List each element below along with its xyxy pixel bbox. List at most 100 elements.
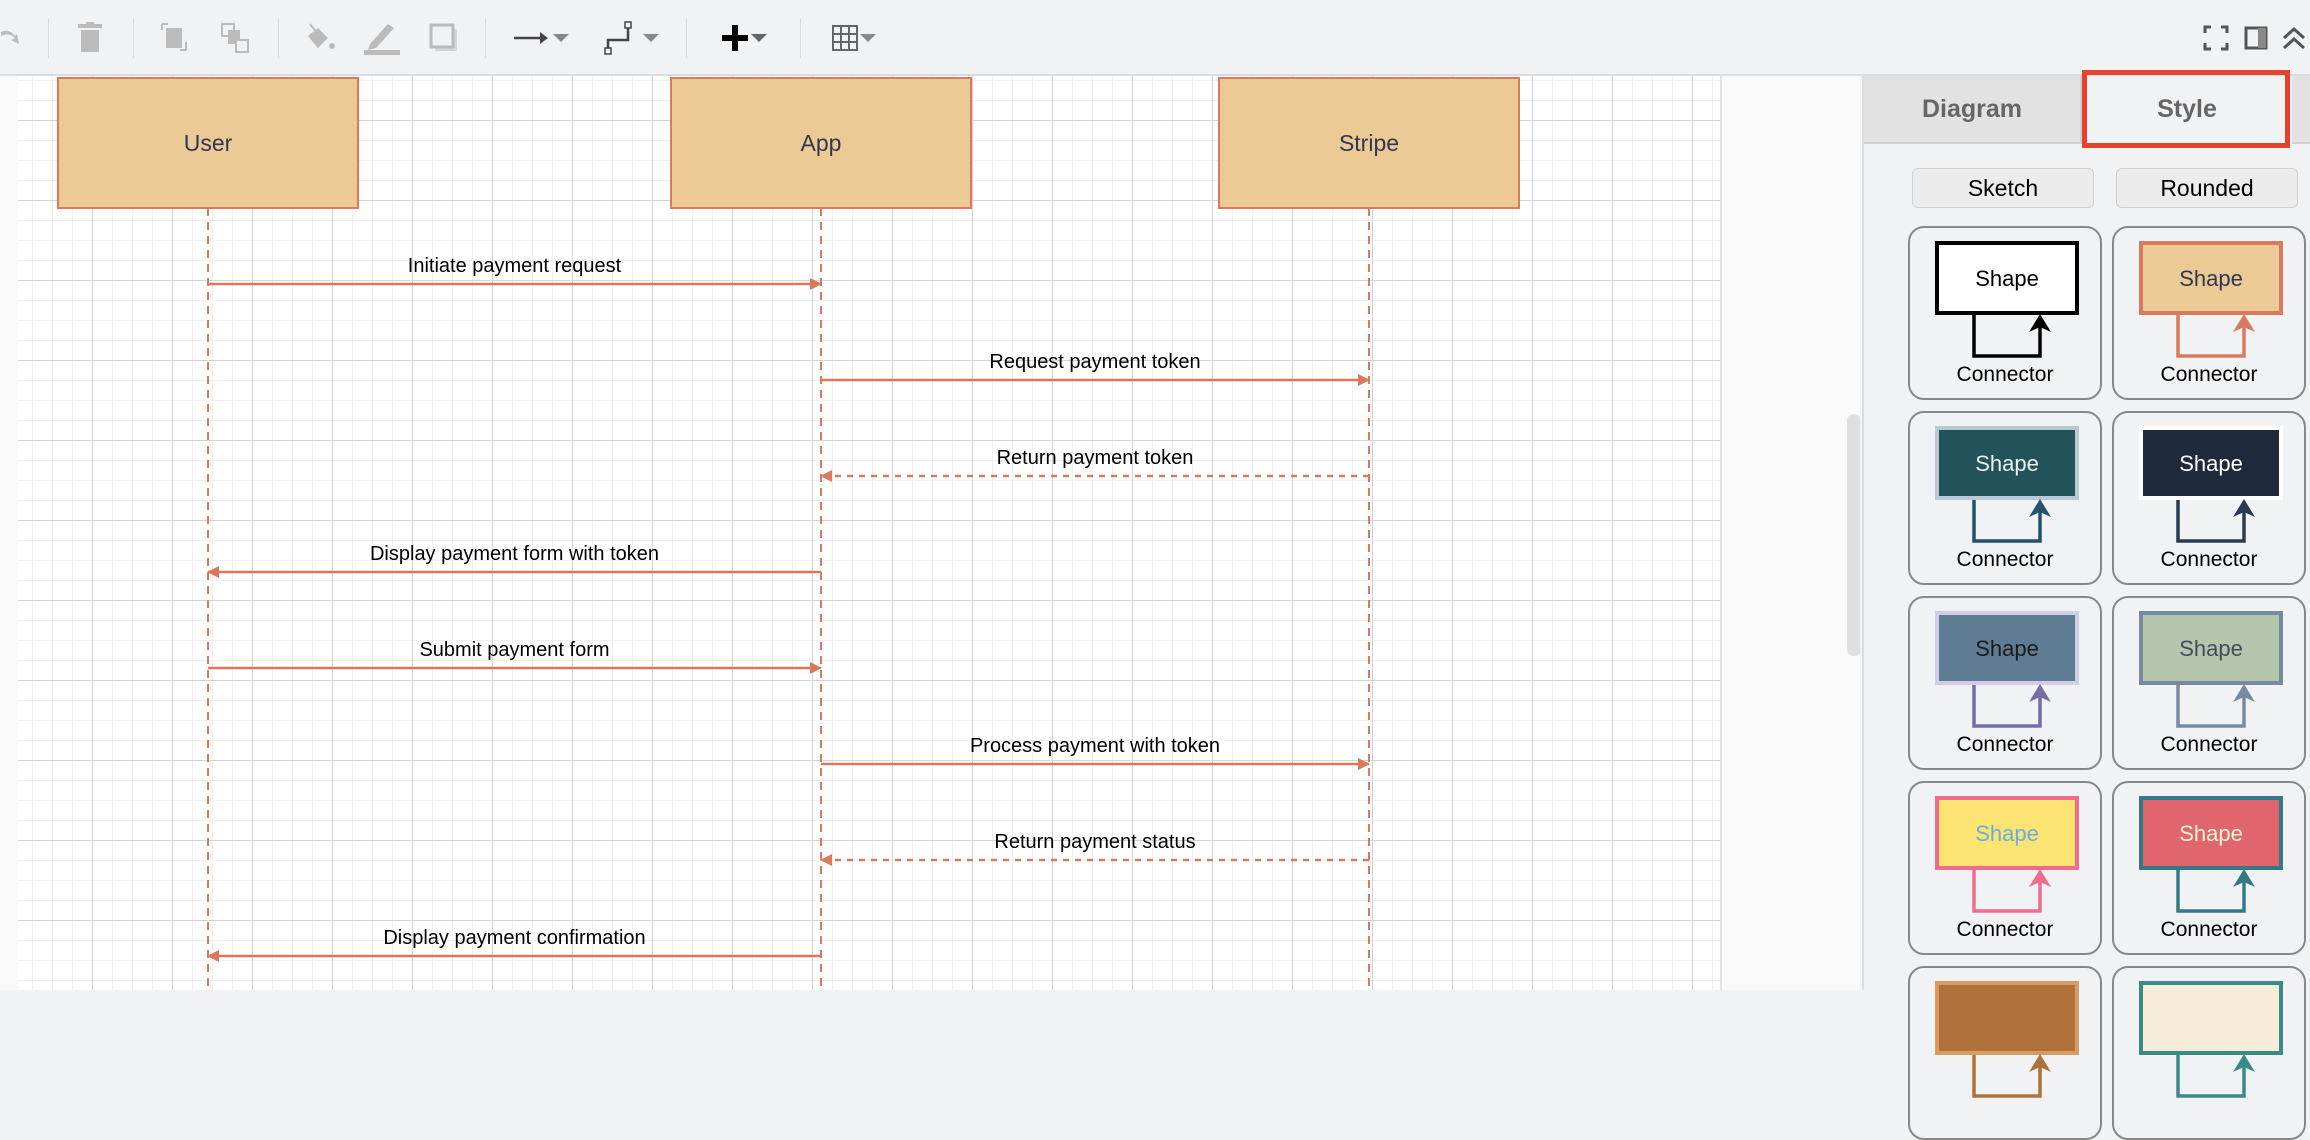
style-swatch[interactable]: Shape Connector — [1908, 596, 2102, 770]
waypoint-icon — [604, 21, 632, 55]
svg-text:Shape: Shape — [2179, 636, 2243, 661]
style-swatch[interactable] — [2112, 966, 2306, 1140]
to-front-button[interactable] — [155, 18, 195, 58]
redo-icon — [1, 30, 19, 44]
style-swatch[interactable]: Shape Connector — [2112, 596, 2306, 770]
tab-style-label: Style — [2157, 94, 2217, 123]
message[interactable]: Process payment with token — [821, 735, 1370, 770]
collapse-button[interactable] — [2278, 18, 2310, 58]
toolbar-separator — [686, 18, 687, 58]
message-label: Initiate payment request — [408, 255, 622, 277]
style-swatch[interactable]: Shape Connector — [1908, 411, 2102, 585]
message[interactable]: Request payment token — [821, 351, 1370, 386]
tab-diagram-label: Diagram — [1921, 94, 2023, 123]
panel-icon — [2244, 26, 2268, 50]
line-color-button[interactable] — [360, 18, 404, 58]
message[interactable]: Return payment token — [820, 447, 1369, 482]
sketch-button[interactable]: Sketch — [1912, 168, 2094, 208]
arrow-right-icon — [514, 32, 548, 44]
plus-icon — [722, 25, 748, 51]
participant-label: Stripe — [1339, 130, 1399, 156]
message-label: Return payment token — [997, 447, 1194, 469]
participant-label: User — [184, 130, 233, 156]
chevron-down-icon — [751, 34, 767, 42]
fill-color-button[interactable] — [300, 18, 344, 58]
svg-text:Shape: Shape — [1975, 266, 2039, 291]
rounded-button[interactable]: Rounded — [2116, 168, 2298, 208]
toolbar-separator — [800, 18, 801, 58]
format-panel: Diagram Style Sketch Rounded Shape Connec… — [1862, 70, 2310, 1140]
connection-arrow-button[interactable] — [505, 18, 577, 58]
chevrons-up-icon — [2282, 26, 2306, 50]
participant-app[interactable]: App — [670, 77, 972, 209]
vertical-scrollbar[interactable] — [1847, 414, 1860, 656]
tab-diagram[interactable]: Diagram — [1864, 76, 2082, 144]
chevron-down-icon — [643, 34, 659, 42]
connector-label: Connector — [2160, 363, 2258, 386]
toolbar-separator — [485, 18, 486, 58]
style-swatch[interactable]: Shape Connector — [2112, 781, 2306, 955]
message-label: Request payment token — [989, 351, 1200, 373]
style-preview-icon — [1935, 981, 2079, 1098]
toolbar-separator — [278, 18, 279, 58]
style-swatch[interactable]: Shape Connector — [1908, 226, 2102, 400]
chevron-down-icon — [860, 34, 876, 42]
message[interactable]: Submit payment form — [208, 639, 822, 674]
message-label: Display payment form with token — [370, 543, 659, 565]
message-label: Return payment status — [994, 831, 1195, 853]
message[interactable]: Initiate payment request — [208, 255, 822, 290]
connector-label: Connector — [2160, 733, 2258, 756]
toolbar-separator — [48, 18, 49, 58]
sequence-diagram: User App Stripe Initiate payment request Re… — [57, 77, 1520, 990]
tab-filler — [2292, 76, 2310, 144]
message-label: Submit payment form — [419, 639, 609, 661]
waypoints-button[interactable] — [595, 18, 667, 58]
message[interactable]: Display payment confirmation — [207, 927, 821, 962]
style-swatch[interactable]: Shape Connector — [2112, 411, 2306, 585]
table-button[interactable] — [818, 18, 890, 58]
svg-text:Shape: Shape — [1975, 821, 2039, 846]
connector-label: Connector — [1956, 363, 2054, 386]
style-swatch[interactable]: Shape Connector — [2112, 226, 2306, 400]
tab-style[interactable]: Style — [2082, 76, 2292, 142]
style-swatch[interactable] — [1908, 966, 2102, 1140]
redo-button[interactable] — [0, 18, 22, 58]
format-panel-button[interactable] — [2240, 18, 2272, 58]
to-front-icon — [161, 23, 187, 51]
to-back-button[interactable] — [215, 18, 255, 58]
participant-label: App — [801, 130, 842, 156]
style-preview-icon — [2139, 981, 2283, 1098]
svg-text:Shape: Shape — [2179, 266, 2243, 291]
shadow-button[interactable] — [424, 18, 464, 58]
trash-icon — [78, 22, 102, 52]
shadow-icon — [429, 23, 457, 51]
participant-stripe[interactable]: Stripe — [1218, 77, 1520, 209]
rounded-button-label: Rounded — [2160, 174, 2254, 201]
insert-button[interactable] — [708, 18, 780, 58]
message[interactable]: Display payment form with token — [207, 543, 821, 578]
table-icon — [832, 25, 858, 51]
message[interactable]: Return payment status — [820, 831, 1369, 866]
delete-button[interactable] — [70, 18, 110, 58]
svg-text:Shape: Shape — [2179, 821, 2243, 846]
participant-user[interactable]: User — [57, 77, 359, 209]
toolbar-separator — [133, 18, 134, 58]
connector-label: Connector — [2160, 548, 2258, 571]
pencil-icon — [364, 24, 400, 55]
chevron-down-icon — [553, 34, 569, 42]
connector-label: Connector — [1956, 918, 2054, 941]
style-swatch[interactable]: Shape Connector — [1908, 781, 2102, 955]
connector-label: Connector — [2160, 918, 2258, 941]
fullscreen-button[interactable] — [2200, 18, 2232, 58]
toolbar — [0, 0, 2310, 76]
connector-label: Connector — [1956, 733, 2054, 756]
paint-bucket-icon — [308, 23, 335, 49]
connector-label: Connector — [1956, 548, 2054, 571]
message-label: Process payment with token — [970, 735, 1220, 757]
fullscreen-icon — [2203, 25, 2229, 51]
message-label: Display payment confirmation — [383, 927, 645, 949]
sketch-button-label: Sketch — [1967, 174, 2039, 201]
svg-text:Shape: Shape — [1975, 636, 2039, 661]
to-back-icon — [221, 23, 249, 53]
svg-text:Shape: Shape — [1975, 451, 2039, 476]
